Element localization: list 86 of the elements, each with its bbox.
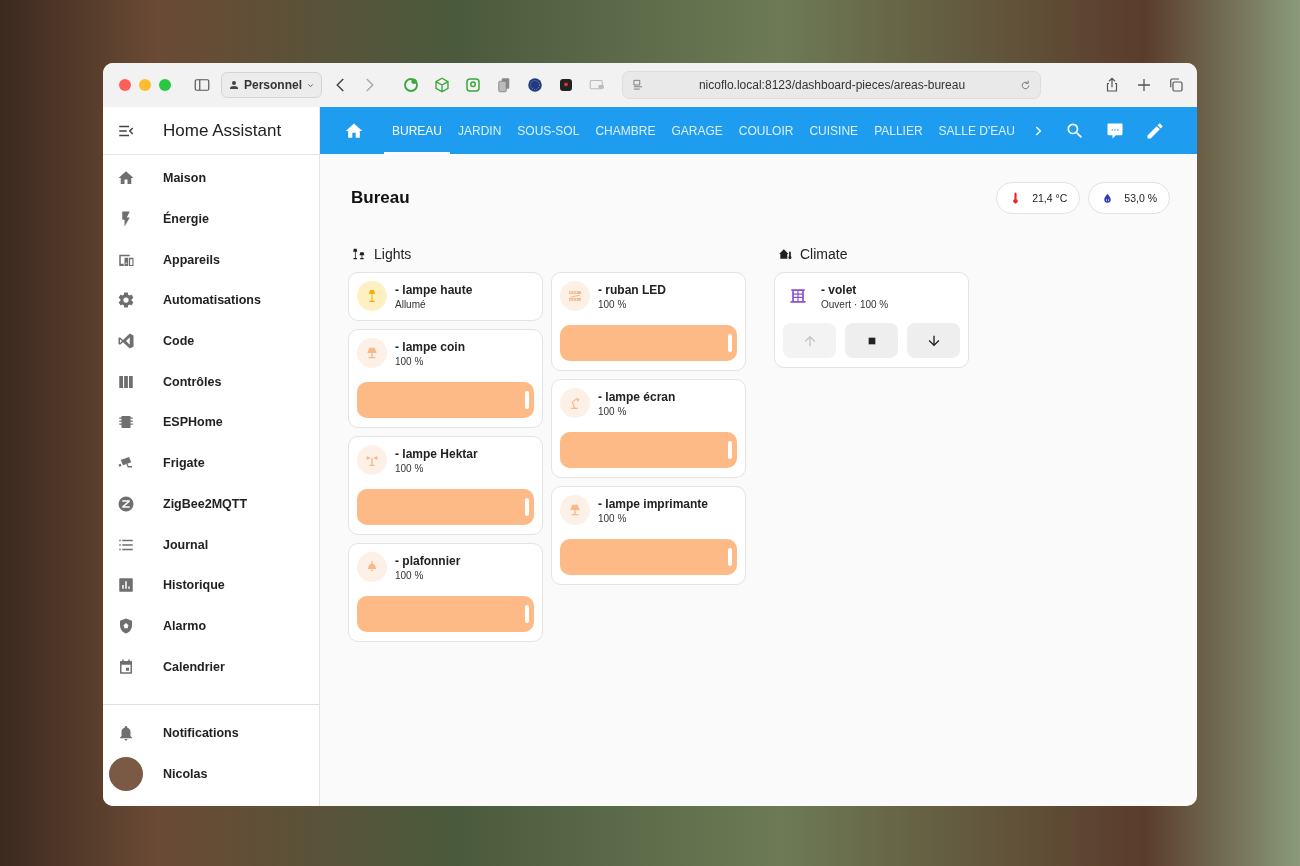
profile-button[interactable]: Personnel (221, 72, 323, 98)
brightness-slider[interactable] (357, 596, 534, 632)
sidebar-item[interactable]: ESPHome (103, 402, 319, 443)
section-title: Climate (800, 246, 848, 262)
sidebar-item[interactable]: Contrôles (103, 361, 319, 403)
brightness-slider[interactable] (357, 382, 534, 418)
badge-value: 21,4 °C (1032, 192, 1068, 204)
entity-state: 100 % (395, 569, 425, 581)
sensor-badge[interactable]: 21,4 °C (996, 182, 1081, 214)
light-card[interactable]: - lampe coin 100 % (348, 329, 543, 428)
led-strip-icon[interactable] (560, 281, 590, 311)
light-card[interactable]: - ruban LED 100 % (551, 272, 746, 371)
person-icon (228, 79, 240, 91)
entity-state: 100 % (395, 462, 425, 474)
gear-icon (117, 291, 135, 310)
bell-icon (117, 723, 135, 742)
brightness-slider[interactable] (357, 489, 534, 525)
section-title: Lights (374, 246, 412, 262)
tabs-overview-icon[interactable] (1167, 76, 1185, 94)
entity-state: Ouvert · 100 % (821, 298, 889, 310)
entity-name: - volet (821, 282, 858, 297)
lamps-icon (352, 247, 366, 261)
address-bar[interactable]: nicoflo.local:8123/dashboard-pieces/areas-bureau (622, 71, 1041, 99)
desk-lamp-icon[interactable] (560, 388, 590, 418)
reload-icon[interactable] (1019, 78, 1032, 92)
floor-lamp-icon[interactable] (357, 281, 387, 311)
minimize-button[interactable] (139, 79, 151, 91)
entity-name: - plafonnier (395, 553, 461, 568)
sidebar-item[interactable]: Automatisations (103, 280, 319, 321)
light-card[interactable]: - lampe haute Allumé (348, 272, 543, 321)
cover-card[interactable]: - volet Ouvert · 100 % (774, 272, 969, 368)
stop-button[interactable] (845, 323, 898, 358)
sidebar-item[interactable]: Code (103, 320, 319, 362)
plus-icon[interactable] (1135, 76, 1153, 94)
zoom-button[interactable] (159, 79, 171, 91)
brightness-slider[interactable] (560, 432, 737, 468)
home-thermometer-icon (778, 247, 792, 261)
sidebar-toggle-icon[interactable] (193, 76, 211, 94)
down-button[interactable] (907, 323, 960, 358)
shield-home-icon (117, 616, 135, 635)
badge-value: 53,0 % (1124, 192, 1157, 204)
sidebar-item[interactable]: Énergie (103, 198, 319, 240)
app-title: Home Assistant (163, 120, 282, 141)
close-button[interactable] (119, 79, 131, 91)
table-lamp-icon[interactable] (357, 338, 387, 368)
entity-state: 100 % (598, 405, 628, 417)
brightness-slider[interactable] (560, 325, 737, 361)
sensor-badge[interactable]: 53,0 % (1088, 182, 1170, 214)
entity-state: Allumé (395, 298, 427, 310)
sidebar-item[interactable]: Maison (103, 158, 319, 199)
sidebar-item[interactable]: Journal (103, 524, 319, 565)
light-card[interactable]: - plafonnier 100 % (348, 543, 543, 642)
lamp-icon[interactable] (357, 445, 387, 475)
brightness-slider[interactable] (560, 539, 737, 575)
entity-state: 100 % (598, 512, 628, 524)
page-title: Bureau (350, 188, 410, 208)
sidebar-item[interactable]: Notifications (103, 712, 319, 754)
code-editor-icon (117, 332, 135, 351)
entity-state: 100 % (598, 298, 628, 310)
light-card[interactable]: - lampe imprimante 100 % (551, 486, 746, 585)
emblem-icon[interactable] (526, 76, 545, 94)
cube-icon[interactable] (433, 76, 452, 94)
sidebar-item[interactable]: Appareils (103, 239, 319, 281)
entity-state: 100 % (395, 355, 425, 367)
table-lamp-icon[interactable] (560, 495, 590, 525)
sidebar-item[interactable]: Frigate (103, 442, 319, 484)
light-card[interactable]: - lampe Hektar 100 % (348, 436, 543, 535)
ceiling-light-icon[interactable] (357, 552, 387, 582)
calendar-icon (117, 657, 135, 676)
chart-icon (117, 576, 135, 595)
entity-name: - lampe haute (395, 282, 473, 297)
entity-name: - ruban LED (598, 282, 666, 297)
sidebar-item[interactable]: Nicolas (103, 753, 319, 794)
sidebar-item[interactable]: Alarmo (103, 605, 319, 647)
avatar-icon (109, 756, 143, 791)
ring-icon[interactable] (402, 76, 421, 94)
entity-name: - lampe Hektar (395, 446, 478, 461)
sidebar-item[interactable]: ZigBee2MQTT (103, 483, 319, 525)
entity-name: - lampe imprimante (598, 496, 709, 511)
sidebar-item[interactable]: Calendrier (103, 646, 319, 687)
entity-name: - lampe coin (395, 339, 465, 354)
url-text: nicoflo.local:8123/dashboard-pieces/areas-bureau (697, 78, 967, 92)
entity-name: - lampe écran (598, 389, 676, 404)
light-card[interactable]: - lampe écran 100 % (551, 379, 746, 478)
zigbee-icon (117, 494, 135, 513)
sidebar-item[interactable]: Historique (103, 564, 319, 606)
